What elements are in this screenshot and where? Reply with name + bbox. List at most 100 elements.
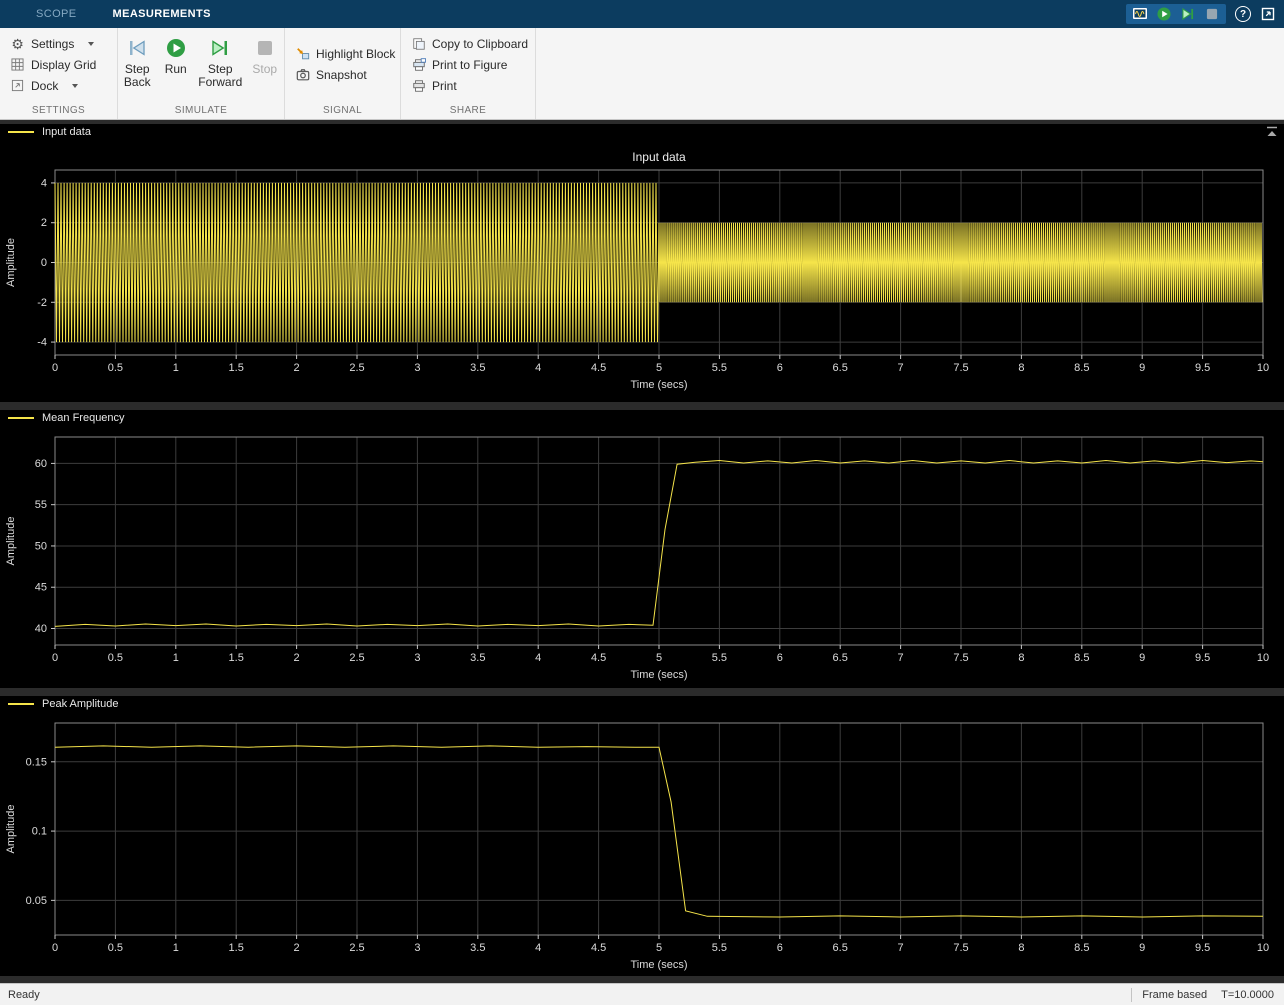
ribbon-group-simulate: Step Back Run Step Forward Stop SIMULATE bbox=[118, 28, 285, 119]
svg-text:0.15: 0.15 bbox=[26, 756, 47, 768]
print-button[interactable]: Print bbox=[407, 76, 532, 95]
svg-text:2: 2 bbox=[294, 942, 300, 954]
run-label: Run bbox=[165, 63, 187, 76]
svg-text:3: 3 bbox=[414, 652, 420, 664]
svg-text:5.5: 5.5 bbox=[712, 942, 727, 954]
legend-line-icon bbox=[8, 131, 34, 133]
svg-text:9.5: 9.5 bbox=[1195, 362, 1210, 374]
svg-text:6: 6 bbox=[777, 942, 783, 954]
svg-text:4: 4 bbox=[535, 362, 541, 374]
stop-icon[interactable] bbox=[1204, 6, 1220, 22]
statusbar-right: Frame based T=10.0000 bbox=[1121, 984, 1284, 1005]
legend-input-data[interactable]: Input data bbox=[0, 124, 1284, 140]
svg-text:8: 8 bbox=[1018, 362, 1024, 374]
step-forward-icon[interactable] bbox=[1180, 6, 1196, 22]
panel-peak-amplitude: Peak Amplitude 00.511.522.533.544.555.56… bbox=[0, 696, 1284, 976]
panel-input-data: Input data 00.511.522.533.544.555.566.57… bbox=[0, 124, 1284, 402]
chevron-down-icon bbox=[72, 84, 78, 88]
copy-clipboard-icon bbox=[411, 36, 426, 51]
svg-text:6: 6 bbox=[777, 652, 783, 664]
svg-text:3.5: 3.5 bbox=[470, 652, 485, 664]
svg-text:3.5: 3.5 bbox=[470, 362, 485, 374]
step-back-button[interactable]: Step Back bbox=[120, 30, 154, 104]
stop-button[interactable]: Stop bbox=[248, 30, 282, 104]
svg-text:5: 5 bbox=[656, 652, 662, 664]
legend-label: Peak Amplitude bbox=[42, 698, 118, 710]
svg-text:4.5: 4.5 bbox=[591, 942, 606, 954]
svg-text:2: 2 bbox=[41, 217, 47, 229]
svg-text:4: 4 bbox=[535, 652, 541, 664]
svg-text:Amplitude: Amplitude bbox=[5, 517, 17, 566]
svg-text:Time (secs): Time (secs) bbox=[630, 669, 687, 681]
svg-text:1.5: 1.5 bbox=[229, 652, 244, 664]
svg-text:8.5: 8.5 bbox=[1074, 942, 1089, 954]
svg-text:9: 9 bbox=[1139, 942, 1145, 954]
display-grid-icon bbox=[10, 57, 25, 72]
print-to-figure-button[interactable]: Print to Figure bbox=[407, 55, 532, 74]
tab-measurements[interactable]: MEASUREMENTS bbox=[95, 0, 229, 28]
svg-text:10: 10 bbox=[1257, 942, 1269, 954]
svg-text:Amplitude: Amplitude bbox=[5, 238, 17, 287]
snapshot-label: Snapshot bbox=[316, 68, 367, 82]
snapshot-button[interactable]: Snapshot bbox=[291, 65, 399, 84]
svg-text:10: 10 bbox=[1257, 362, 1269, 374]
svg-text:4.5: 4.5 bbox=[591, 652, 606, 664]
dock-icon[interactable] bbox=[1260, 6, 1276, 22]
step-back-icon bbox=[126, 37, 148, 59]
svg-text:7.5: 7.5 bbox=[953, 652, 968, 664]
scope-display-icon[interactable] bbox=[1132, 6, 1148, 22]
simulation-time-text: T=10.0000 bbox=[1221, 989, 1274, 1001]
statusbar: Ready Frame based T=10.0000 bbox=[0, 983, 1284, 1005]
step-forward-label: Step Forward bbox=[197, 63, 244, 89]
svg-text:5.5: 5.5 bbox=[712, 652, 727, 664]
svg-text:0: 0 bbox=[52, 652, 58, 664]
svg-text:6.5: 6.5 bbox=[833, 652, 848, 664]
highlight-block-button[interactable]: Highlight Block bbox=[291, 44, 399, 63]
svg-text:0: 0 bbox=[52, 362, 58, 374]
display-grid-button[interactable]: Display Grid bbox=[6, 55, 100, 74]
svg-text:2: 2 bbox=[294, 652, 300, 664]
ribbon-group-signal: Highlight Block Snapshot SIGNAL bbox=[285, 28, 401, 119]
svg-text:0.1: 0.1 bbox=[32, 826, 47, 838]
stop-label: Stop bbox=[252, 63, 277, 76]
step-forward-button[interactable]: Step Forward bbox=[197, 30, 244, 104]
run-icon[interactable] bbox=[1156, 6, 1172, 22]
svg-text:5: 5 bbox=[656, 942, 662, 954]
highlight-block-label: Highlight Block bbox=[316, 47, 395, 61]
legend-line-icon bbox=[8, 703, 34, 705]
svg-text:9: 9 bbox=[1139, 652, 1145, 664]
copy-to-clipboard-button[interactable]: Copy to Clipboard bbox=[407, 34, 532, 53]
legend-line-icon bbox=[8, 417, 34, 419]
run-button[interactable]: Run bbox=[158, 30, 192, 104]
toolstrip-tabs: SCOPE MEASUREMENTS bbox=[18, 0, 229, 28]
svg-text:6.5: 6.5 bbox=[833, 942, 848, 954]
group-label-signal: SIGNAL bbox=[287, 104, 398, 119]
svg-text:-4: -4 bbox=[37, 337, 47, 349]
ribbon-group-share: Copy to Clipboard Print to Figure Print … bbox=[401, 28, 536, 119]
svg-text:4: 4 bbox=[535, 942, 541, 954]
svg-text:2: 2 bbox=[294, 362, 300, 374]
svg-text:5.5: 5.5 bbox=[712, 362, 727, 374]
legend-label: Mean Frequency bbox=[42, 412, 125, 424]
dock-button[interactable]: Dock bbox=[6, 76, 100, 95]
settings-button[interactable]: ⚙ Settings bbox=[6, 34, 100, 53]
legend-mean-frequency[interactable]: Mean Frequency bbox=[0, 410, 1284, 426]
svg-text:1: 1 bbox=[173, 362, 179, 374]
svg-text:3: 3 bbox=[414, 362, 420, 374]
step-forward-icon bbox=[209, 37, 231, 59]
collapse-toolstrip-icon[interactable] bbox=[1265, 125, 1279, 137]
print-label: Print bbox=[432, 79, 457, 93]
group-label-simulate: SIMULATE bbox=[120, 104, 282, 119]
tab-scope[interactable]: SCOPE bbox=[18, 0, 95, 28]
peak-amplitude-plot: 00.511.522.533.544.555.566.577.588.599.5… bbox=[0, 712, 1284, 976]
svg-text:4: 4 bbox=[41, 177, 47, 189]
svg-text:0.05: 0.05 bbox=[26, 895, 47, 907]
highlight-block-icon bbox=[295, 46, 310, 61]
legend-peak-amplitude[interactable]: Peak Amplitude bbox=[0, 696, 1284, 712]
help-icon[interactable]: ? bbox=[1235, 6, 1251, 22]
svg-text:1: 1 bbox=[173, 942, 179, 954]
svg-text:2.5: 2.5 bbox=[349, 942, 364, 954]
display-grid-label: Display Grid bbox=[31, 58, 96, 72]
svg-text:Time (secs): Time (secs) bbox=[630, 959, 687, 971]
panel-mean-frequency: Mean Frequency 00.511.522.533.544.555.56… bbox=[0, 410, 1284, 688]
